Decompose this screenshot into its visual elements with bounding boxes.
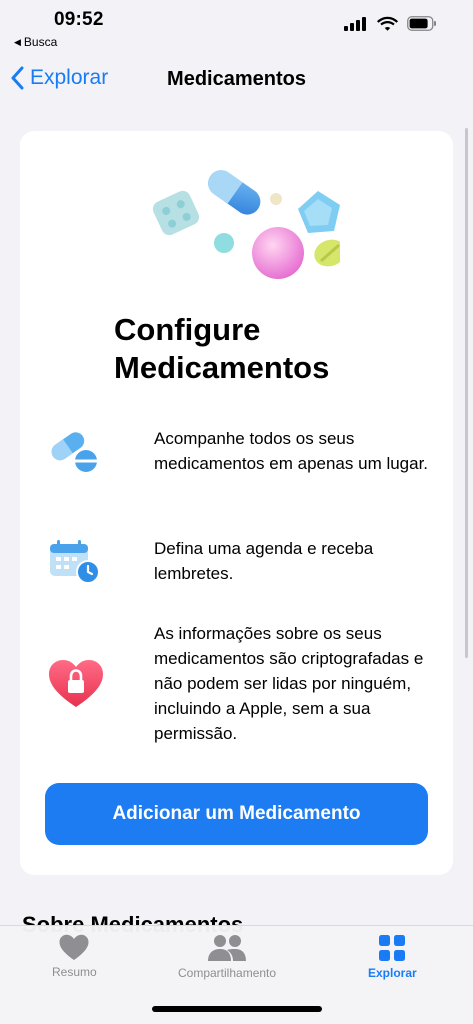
- tab-sharing[interactable]: Compartilhamento: [178, 934, 276, 980]
- battery-icon: [407, 16, 436, 31]
- scroll-indicator[interactable]: [465, 128, 468, 658]
- heart-lock-icon: [49, 659, 103, 707]
- feature-row: Acompanhe todos os seus medicamentos em …: [48, 426, 438, 476]
- feature-row: As informações sobre os seus medicamento…: [48, 621, 438, 746]
- feature-text: Acompanhe todos os seus medicamentos em …: [154, 429, 429, 473]
- back-triangle-icon: ◀: [14, 36, 21, 47]
- feature-text: As informações sobre os seus medicamento…: [154, 624, 424, 743]
- page-title: Medicamentos: [0, 68, 473, 91]
- people-icon: [208, 935, 247, 961]
- card-title: Configure Medicamentos: [114, 312, 330, 385]
- feature-row: Defina uma agenda e receba lembretes.: [48, 536, 438, 586]
- tab-summary[interactable]: Resumo: [52, 934, 97, 979]
- navigation-bar: Explorar Medicamentos: [0, 56, 473, 104]
- status-icons: [344, 16, 437, 31]
- tab-label: Compartilhamento: [178, 966, 277, 980]
- cellular-signal-icon: [344, 16, 366, 31]
- tab-explore[interactable]: Explorar: [368, 934, 417, 980]
- heart-icon: [59, 934, 89, 960]
- tab-label: Explorar: [368, 966, 417, 980]
- feature-text: Defina uma agenda e receba lembretes.: [154, 539, 374, 583]
- pills-illustration-icon: [152, 170, 340, 279]
- tab-label: Resumo: [52, 965, 97, 979]
- back-app-label: Busca: [23, 35, 58, 49]
- status-time: 09:52: [54, 9, 104, 30]
- wifi-icon: [377, 16, 398, 31]
- pills-icon: [51, 432, 97, 472]
- status-bar: 09:52 ◀ Busca: [0, 0, 473, 56]
- grid-icon: [379, 935, 406, 961]
- home-indicator[interactable]: [152, 1006, 322, 1012]
- setup-card: Configure Medicamentos Acompanhe todos o…: [20, 131, 453, 875]
- back-to-app[interactable]: ◀ Busca: [14, 35, 57, 49]
- calendar-clock-icon: [50, 540, 100, 584]
- page-title-text: Medicamentos: [167, 68, 306, 90]
- add-medication-button[interactable]: Adicionar um Medicamento: [45, 783, 428, 845]
